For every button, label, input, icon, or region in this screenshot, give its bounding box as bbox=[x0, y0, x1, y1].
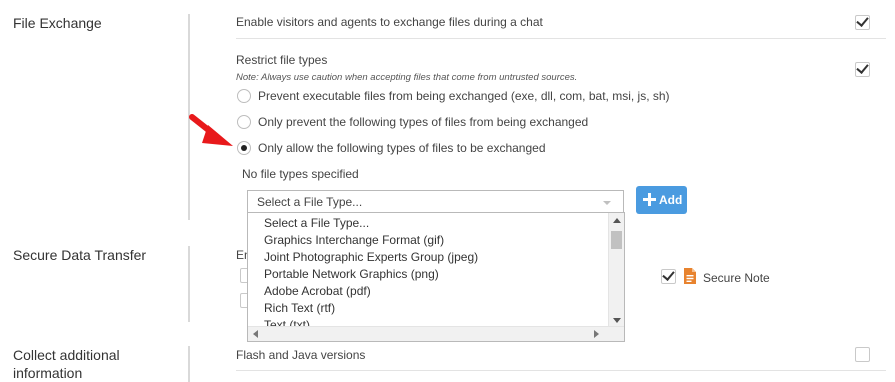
section-divider bbox=[188, 346, 190, 382]
restrict-file-types-note: Note: Always use caution when accepting … bbox=[236, 72, 578, 83]
section-title-collect-additional-line1: Collect additional bbox=[13, 347, 120, 363]
restrict-file-types-checkbox[interactable] bbox=[855, 61, 870, 77]
note-icon bbox=[684, 268, 696, 284]
enable-file-exchange-label: Enable visitors and agents to exchange f… bbox=[236, 15, 543, 29]
section-title-file-exchange: File Exchange bbox=[13, 15, 102, 31]
flash-java-label: Flash and Java versions bbox=[236, 348, 366, 362]
secure-note-checkbox[interactable] bbox=[661, 268, 676, 284]
radio-prevent-executables-label: Prevent executable files from being exch… bbox=[258, 89, 670, 103]
red-arrow-icon bbox=[189, 114, 233, 146]
add-button-label: Add bbox=[659, 193, 683, 207]
radio-only-allow-label: Only allow the following types of files … bbox=[258, 141, 546, 155]
dropdown-horizontal-scrollbar[interactable] bbox=[248, 326, 624, 341]
section-title-collect-additional-line2: information bbox=[13, 365, 83, 381]
no-file-types-text: No file types specified bbox=[242, 167, 359, 181]
radio-only-prevent[interactable] bbox=[237, 115, 251, 129]
secure-note-label: Secure Note bbox=[703, 271, 770, 285]
add-file-type-button[interactable]: Add bbox=[636, 186, 687, 214]
scroll-down-icon[interactable] bbox=[613, 318, 621, 323]
file-type-select[interactable]: Select a File Type... bbox=[247, 190, 624, 213]
row-separator bbox=[236, 38, 886, 39]
dropdown-option[interactable]: Graphics Interchange Format (gif) bbox=[248, 232, 610, 249]
flash-java-checkbox[interactable] bbox=[855, 347, 870, 362]
scroll-thumb[interactable] bbox=[611, 231, 622, 249]
scroll-right-icon[interactable] bbox=[594, 330, 599, 338]
scroll-up-icon[interactable] bbox=[613, 218, 621, 223]
restrict-file-types-label: Restrict file types bbox=[236, 53, 328, 67]
file-type-dropdown-list[interactable]: Select a File Type... Graphics Interchan… bbox=[247, 212, 625, 342]
radio-only-prevent-label: Only prevent the following types of file… bbox=[258, 115, 589, 129]
dropdown-vertical-scrollbar[interactable] bbox=[608, 213, 624, 327]
dropdown-option[interactable]: Rich Text (rtf) bbox=[248, 300, 610, 317]
file-type-select-value: Select a File Type... bbox=[257, 195, 363, 209]
section-title-secure-data-transfer: Secure Data Transfer bbox=[13, 247, 147, 263]
dropdown-option[interactable]: Portable Network Graphics (png) bbox=[248, 266, 610, 283]
dropdown-option[interactable]: Select a File Type... bbox=[248, 215, 610, 232]
plus-icon bbox=[643, 193, 656, 206]
radio-prevent-executables[interactable] bbox=[237, 89, 251, 103]
enable-file-exchange-checkbox[interactable] bbox=[855, 14, 870, 30]
section-divider bbox=[188, 246, 190, 322]
chevron-down-icon bbox=[603, 201, 611, 205]
dropdown-option[interactable]: Adobe Acrobat (pdf) bbox=[248, 283, 610, 300]
row-separator bbox=[236, 370, 886, 371]
dropdown-option[interactable]: Joint Photographic Experts Group (jpeg) bbox=[248, 249, 610, 266]
radio-only-allow[interactable] bbox=[237, 141, 251, 155]
scroll-left-icon[interactable] bbox=[253, 330, 258, 338]
